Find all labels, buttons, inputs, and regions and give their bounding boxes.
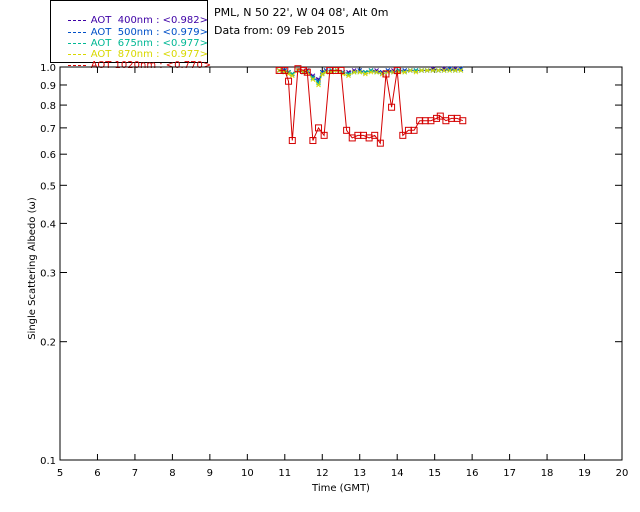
y-tick-label: 0.5 [40,181,56,192]
x-tick-label: 6 [94,468,100,479]
x-tick-label: 5 [57,468,63,479]
y-axis-label: Single Scattering Albedo (ω) [27,197,38,340]
y-tick-label: 1.0 [40,63,56,74]
x-tick-label: 9 [207,468,213,479]
y-tick-label: 0.1 [40,456,56,467]
series-line [279,68,463,145]
y-tick-label: 0.7 [40,124,56,135]
y-tick-label: 0.8 [40,101,56,112]
y-tick-label: 0.2 [40,338,56,349]
x-tick-label: 15 [428,468,441,479]
chart-canvas: 5 6 7 8 9 10 11 12 13 14 15 16 17 18 19 20 0.1 0.2 0.3 0.4 0… [27,63,629,494]
x-tick-label: 18 [541,468,554,479]
y-tick-label: 0.6 [40,150,56,161]
y-tick-label: 0.9 [40,81,56,92]
x-tick-label: 19 [578,468,591,479]
plot-frame [59,66,623,461]
x-tick-label: 13 [353,468,366,479]
x-tick-label: 17 [503,468,516,479]
y-tick-label: 0.4 [40,219,56,230]
x-tick-label: 20 [616,468,629,479]
x-tick-label: 11 [278,468,291,479]
x-tick-label: 8 [169,468,175,479]
y-tick-label: 0.3 [40,268,56,279]
x-tick-label: 7 [132,468,138,479]
x-tick-label: 16 [466,468,479,479]
x-axis-label: Time (GMT) [311,483,370,494]
x-tick-label: 12 [316,468,329,479]
x-tick-label: 10 [241,468,254,479]
x-tick-label: 14 [391,468,404,479]
